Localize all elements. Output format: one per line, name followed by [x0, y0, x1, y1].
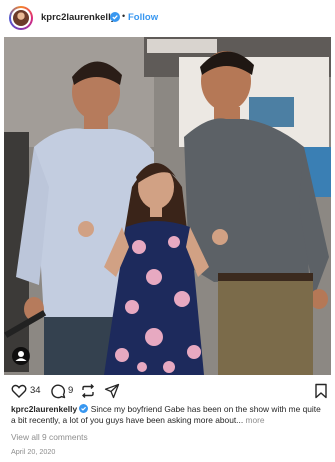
post-caption: kprc2laurenkelly Since my boyfriend Gabe… — [11, 404, 327, 426]
likes-count[interactable]: 34 — [30, 385, 41, 396]
avatar[interactable] — [9, 6, 33, 30]
action-bar: 34 9 — [0, 382, 335, 404]
separator-dot: • — [122, 11, 126, 21]
share-arrows-icon[interactable] — [80, 382, 96, 400]
post-date: April 20, 2020 — [11, 447, 56, 456]
caption-username[interactable]: kprc2laurenkelly — [11, 404, 77, 414]
more-link[interactable]: more — [245, 415, 264, 425]
verified-badge-icon — [79, 404, 89, 413]
paper-plane-icon[interactable] — [104, 382, 120, 400]
user-tag-icon[interactable] — [12, 347, 30, 365]
comments-count[interactable]: 9 — [68, 385, 73, 396]
follow-button[interactable]: Follow — [128, 12, 158, 23]
post-username[interactable]: kprc2laurenkelly — [41, 12, 116, 23]
verified-badge-icon — [110, 12, 120, 22]
bookmark-icon[interactable] — [314, 382, 328, 400]
view-all-comments-link[interactable]: View all 9 comments — [11, 432, 88, 442]
heart-outline-icon[interactable] — [11, 382, 27, 400]
post-header: kprc2laurenkelly • Follow — [0, 0, 335, 36]
comment-bubble-icon[interactable] — [50, 382, 66, 400]
post-photo[interactable] — [4, 37, 331, 375]
